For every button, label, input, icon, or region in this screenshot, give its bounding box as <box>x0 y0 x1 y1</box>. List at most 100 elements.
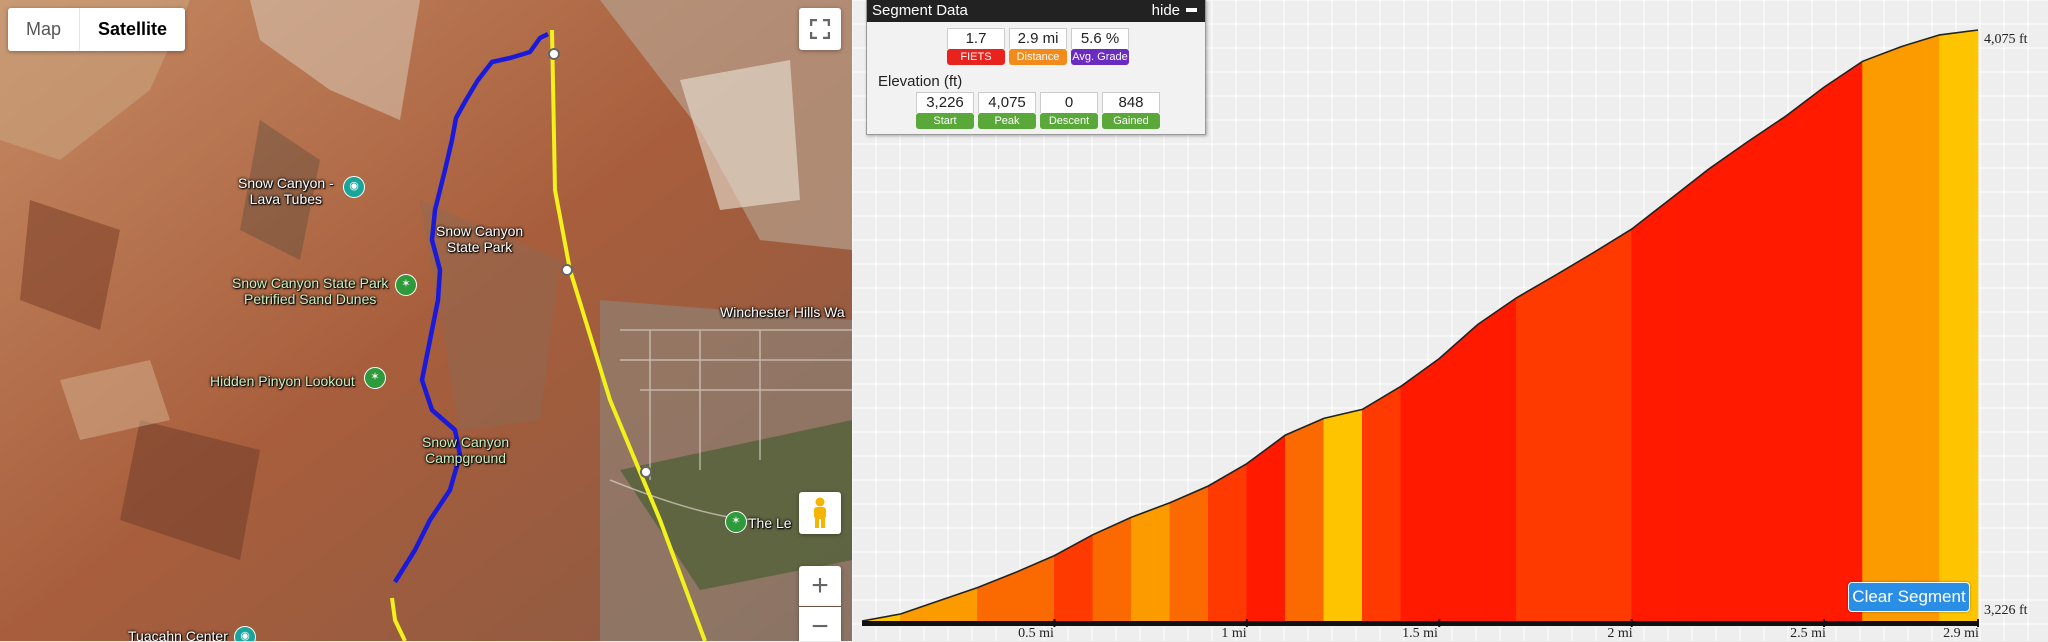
pegman-icon <box>814 497 826 528</box>
hide-button[interactable]: hide <box>1152 0 1197 22</box>
distance-tick-label: 1 mi <box>1221 626 1247 641</box>
map-type-map-button[interactable]: Map <box>8 8 79 51</box>
stat-label: Gained <box>1102 113 1160 129</box>
hide-label: hide <box>1151 2 1180 19</box>
grade-strip <box>1708 161 1719 622</box>
stat-label: Distance <box>1009 49 1067 65</box>
grade-strip <box>948 593 959 622</box>
distance-tick-label: 2.9 mi <box>1943 626 1979 641</box>
place-label[interactable]: Snow Canyon State Park <box>436 223 523 255</box>
grade-strip <box>1121 516 1132 622</box>
grade-strip <box>1737 141 1748 622</box>
grade-strip <box>1900 43 1911 622</box>
map-type-satellite-button[interactable]: Satellite <box>79 8 185 51</box>
elevation-title: Elevation (ft) <box>878 73 963 90</box>
grade-strip <box>1333 413 1344 622</box>
grade-strip <box>1304 422 1315 622</box>
grade-strip <box>1881 49 1892 622</box>
stat-label: Avg. Grade <box>1071 49 1129 65</box>
segment-stats-row: 1.7 FIETS 2.9 mi Distance 5.6 % Avg. Gra… <box>947 28 1129 65</box>
stat-value: 5.6 % <box>1071 28 1129 49</box>
distance-tick <box>1438 619 1441 627</box>
stat-value: 1.7 <box>947 28 1005 49</box>
hiking-icon[interactable]: ✶ <box>364 367 386 389</box>
hiking-icon[interactable]: ✶ <box>395 274 417 296</box>
grade-strip <box>1140 509 1151 622</box>
grade-strip <box>1169 498 1180 622</box>
grade-strip <box>1583 252 1594 622</box>
fullscreen-icon <box>810 19 830 39</box>
grade-strip <box>1612 234 1623 622</box>
camera-icon[interactable]: ◉ <box>343 176 365 198</box>
grade-strip <box>1746 135 1758 622</box>
place-label[interactable]: Snow Canyon - Lava Tubes <box>238 175 334 207</box>
stat-value: 4,075 <box>978 92 1036 113</box>
grade-strip <box>1496 304 1507 622</box>
grade-strip <box>1131 513 1142 622</box>
grade-strip <box>1660 198 1671 622</box>
grade-strip <box>1227 468 1238 622</box>
grade-strip <box>1313 417 1325 622</box>
grade-strip <box>1034 559 1046 622</box>
grade-strip <box>1265 441 1276 622</box>
stat-value: 0 <box>1040 92 1098 113</box>
fullscreen-button[interactable] <box>799 8 841 50</box>
grade-strip <box>1371 397 1382 622</box>
grade-strip <box>1073 539 1084 622</box>
grade-strip <box>1891 46 1902 622</box>
hiking-icon[interactable]: ✶ <box>725 511 747 533</box>
grade-strip <box>1948 32 1960 622</box>
grade-strip <box>1477 317 1488 622</box>
grade-strip <box>967 587 978 622</box>
clear-segment-button[interactable]: Clear Segment <box>1848 582 1970 612</box>
place-label[interactable]: Snow Canyon Campground <box>422 434 509 466</box>
map-pane[interactable]: ◉ Snow Canyon - Lava Tubes Snow Canyon S… <box>0 0 852 641</box>
stat-label: Peak <box>978 113 1036 129</box>
grade-strip <box>1015 567 1026 622</box>
grade-strip <box>1814 86 1825 622</box>
place-label[interactable]: Snow Canyon State Park Petrified Sand Du… <box>232 275 388 307</box>
grade-strip <box>1179 493 1190 622</box>
segment-panel-header: Segment Data hide <box>867 0 1205 22</box>
grade-strip <box>1410 371 1421 622</box>
minus-icon <box>1186 7 1197 12</box>
grade-strip <box>1150 505 1161 622</box>
grade-strip <box>1939 33 1950 622</box>
grade-strip <box>977 583 988 622</box>
grade-strip <box>1256 448 1267 622</box>
avg-grade-stat: 5.6 % Avg. Grade <box>1071 28 1129 65</box>
stat-value: 2.9 mi <box>1009 28 1067 49</box>
grade-strip <box>1544 275 1555 622</box>
zoom-out-button[interactable]: − <box>799 607 841 641</box>
street-view-button[interactable] <box>799 492 841 534</box>
grade-strip <box>1843 67 1854 622</box>
place-label[interactable]: The Le <box>748 515 792 531</box>
grade-strip <box>1717 155 1729 622</box>
place-label[interactable]: Hidden Pinyon Lookout <box>210 373 355 389</box>
grade-strip <box>1025 563 1036 622</box>
place-label[interactable]: Tuacahn Center <box>128 628 228 641</box>
stat-label: Start <box>916 113 974 129</box>
place-label[interactable]: Winchester Hills Wa <box>720 304 845 320</box>
grade-strip <box>1208 479 1219 622</box>
theater-icon[interactable]: ◉ <box>234 626 256 641</box>
grade-strip <box>1756 128 1767 622</box>
grade-strip <box>1438 349 1450 622</box>
grade-strip <box>1929 34 1940 622</box>
road-marker <box>640 466 652 478</box>
grade-strip <box>1573 257 1584 622</box>
grade-strip <box>1871 53 1883 622</box>
road-marker <box>548 48 560 60</box>
grade-strip <box>1910 40 1921 622</box>
grade-strip <box>1487 310 1498 622</box>
zoom-in-button[interactable]: + <box>799 566 841 606</box>
distance-stat: 2.9 mi Distance <box>1009 28 1067 65</box>
distance-tick-label: 2 mi <box>1607 626 1633 641</box>
grade-strip <box>1640 213 1652 622</box>
grade-strip <box>1602 240 1613 622</box>
grade-strip <box>1727 148 1738 622</box>
grade-strip <box>1804 93 1815 622</box>
grade-strip <box>1785 108 1796 622</box>
grade-strip <box>1515 291 1527 622</box>
grade-strip <box>1294 426 1305 622</box>
